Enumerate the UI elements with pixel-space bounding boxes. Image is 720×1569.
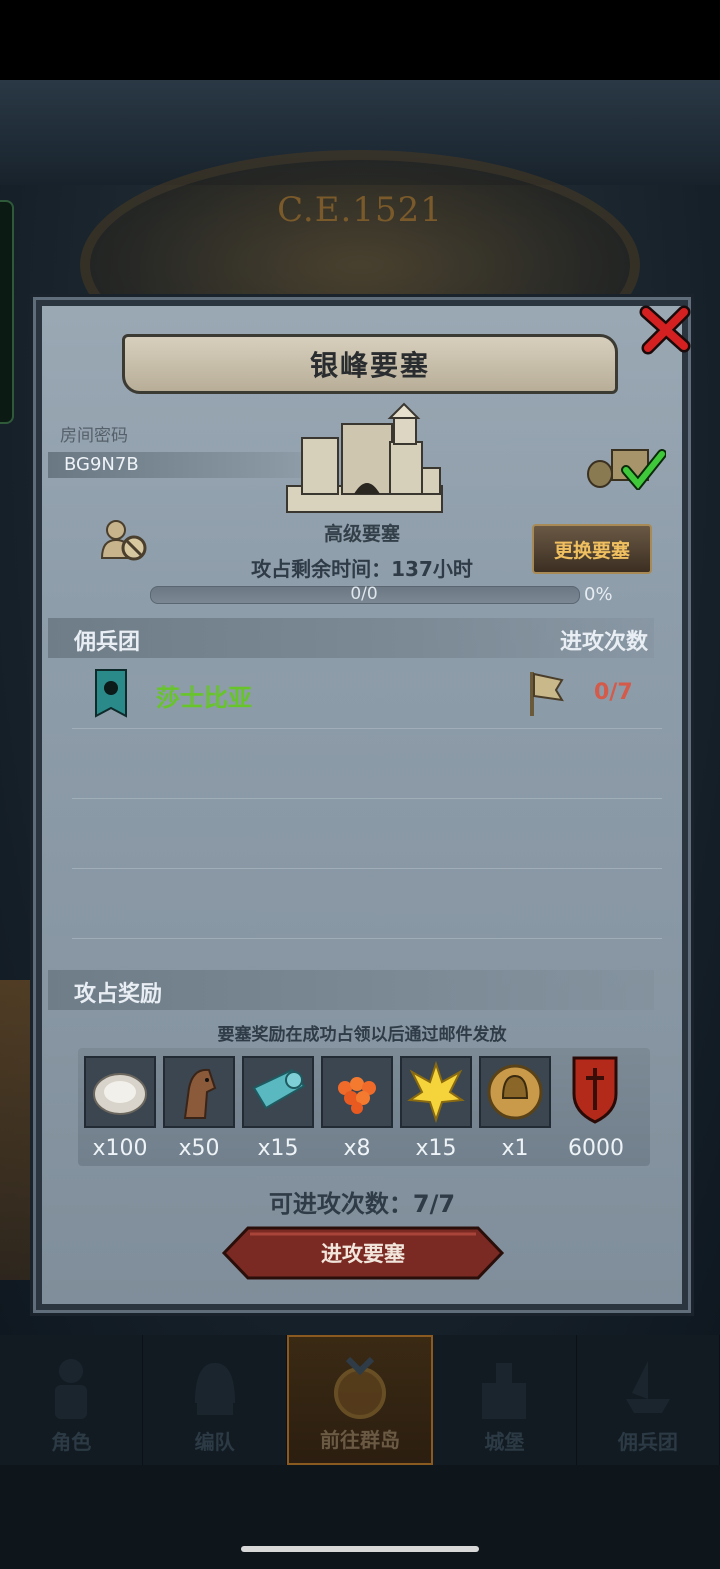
knight-icon	[55, 1359, 88, 1419]
reward-item[interactable]	[479, 1056, 551, 1128]
horse-icon	[183, 1068, 217, 1119]
nav-item-mercenary[interactable]: 佣兵团	[577, 1335, 720, 1465]
reward-header-label: 攻占奖励	[74, 982, 163, 1007]
reward-qty: x15	[257, 1136, 299, 1161]
mercenary-name[interactable]: 莎士比亚	[156, 678, 252, 713]
reward-item[interactable]	[163, 1056, 235, 1128]
reward-item[interactable]	[84, 1056, 156, 1128]
change-fortress-button[interactable]: 更换要塞	[532, 524, 652, 574]
bottom-nav: 角色 编队 前往群岛 城堡 佣兵团	[0, 1335, 720, 1465]
reward-qty: x15	[415, 1136, 457, 1161]
reward-item[interactable]	[400, 1056, 472, 1128]
nav-item-islands[interactable]: 前往群岛	[286, 1335, 434, 1465]
nav-item-character[interactable]: 角色	[0, 1335, 144, 1465]
close-button[interactable]	[638, 302, 692, 356]
home-indicator[interactable]	[241, 1546, 479, 1552]
reward-item[interactable]	[321, 1056, 393, 1128]
castle-icon	[482, 1363, 527, 1419]
compass-icon	[334, 1356, 387, 1419]
row-divider	[72, 938, 662, 939]
reward-item[interactable]	[242, 1056, 314, 1128]
gold-emblem-icon	[407, 1060, 465, 1124]
helmet-coin-icon	[487, 1064, 543, 1120]
attack-attempts-label: 可进攻次数：7/7	[268, 1190, 456, 1218]
room-password-value: BG9N7B	[64, 454, 139, 475]
nav-item-formation[interactable]: 编队	[143, 1335, 287, 1465]
reward-qty: x100	[92, 1136, 148, 1161]
reward-qty: x1	[501, 1136, 529, 1161]
progress-percent: 0%	[584, 584, 613, 605]
bottom-safe-area	[0, 1465, 720, 1569]
nav-label: 佣兵团	[617, 1430, 678, 1454]
oyster-icon	[93, 1073, 147, 1115]
status-bar-area	[0, 0, 720, 80]
ship-icon	[625, 1361, 670, 1413]
mercenary-attacks: 0/7	[594, 680, 633, 705]
attacks-header-label: 进攻次数	[559, 630, 648, 655]
side-panel-edge	[0, 980, 30, 1280]
reward-qty: 6000	[568, 1136, 624, 1161]
nav-label: 前往群岛	[320, 1428, 401, 1452]
era-label: C.E.1521	[277, 190, 443, 230]
row-divider	[72, 798, 662, 799]
nav-label: 角色	[51, 1430, 92, 1454]
user-blocked-icon[interactable]	[100, 518, 148, 562]
room-password-label: 房间密码	[60, 426, 128, 446]
nav-label: 城堡	[484, 1430, 525, 1454]
reward-note: 要塞奖励在成功占领以后通过邮件发放	[217, 1025, 507, 1045]
mercenary-banner-icon	[95, 669, 127, 718]
dialog-title: 银峰要塞	[309, 349, 430, 382]
roe-icon	[338, 1077, 376, 1114]
reward-panel: x100 x50 x15 x8 x15 x1 6000	[78, 1048, 650, 1166]
progress-text: 0/0	[350, 584, 378, 604]
nav-label: 编队	[194, 1430, 235, 1454]
reward-qty: x50	[178, 1136, 220, 1161]
flag-icon	[530, 672, 564, 716]
red-shield-icon[interactable]	[570, 1054, 620, 1124]
cloth-icon	[252, 1068, 306, 1110]
fortress-castle-icon	[286, 402, 443, 513]
reward-qty: x8	[343, 1136, 371, 1161]
rewards-claimed-icon[interactable]	[586, 440, 666, 490]
fortress-dialog: 银峰要塞 房间密码 BG9N7B 高级要塞 攻占剩余时间：137小时 更换要塞 …	[36, 300, 691, 1310]
nav-item-castle[interactable]: 城堡	[433, 1335, 577, 1465]
row-divider	[72, 868, 662, 869]
row-divider	[72, 728, 662, 729]
title-banner: 银峰要塞	[122, 334, 618, 394]
helmet-icon	[194, 1363, 235, 1415]
attack-button-label: 进攻要塞	[321, 1242, 405, 1266]
mercenary-header-label: 佣兵团	[74, 630, 141, 655]
side-tab	[0, 200, 14, 424]
